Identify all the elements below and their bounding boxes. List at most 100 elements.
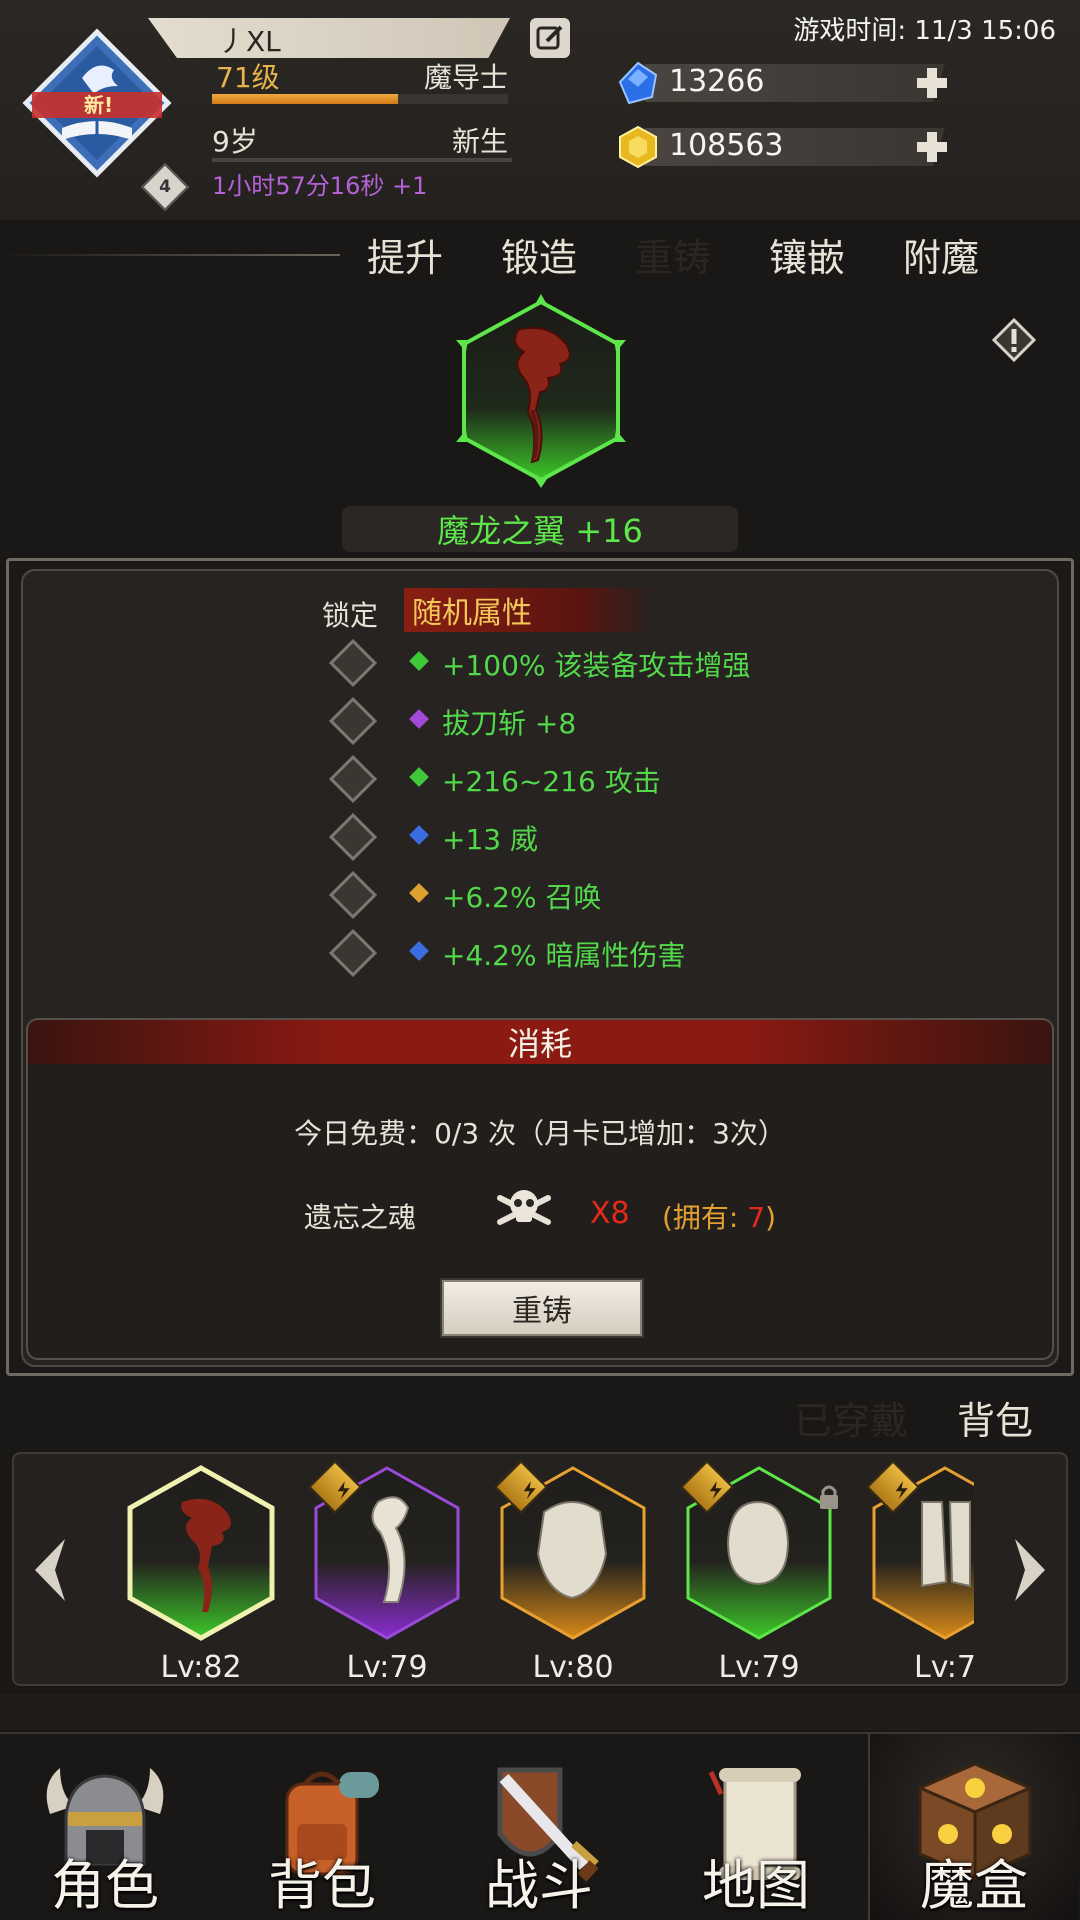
attribute-text: +4.2% 暗属性伤害	[442, 939, 686, 972]
attribute-gem-icon	[409, 651, 429, 671]
growth-timer: 1小时57分16秒 +1	[212, 172, 428, 200]
forge-tabs: 提升 锻造 重铸 镶嵌 附魔	[340, 224, 1010, 284]
nav-map-label: 地图	[702, 1854, 810, 1917]
equip-source-tabs: 已穿戴 背包	[782, 1388, 1070, 1446]
tab-upgrade[interactable]: 提升	[336, 224, 474, 284]
attribute-gem-icon	[409, 825, 429, 845]
tab-backpack[interactable]: 背包	[920, 1388, 1070, 1446]
material-name: 遗忘之魂	[304, 1201, 417, 1234]
random-attributes-label: 随机属性	[412, 596, 532, 631]
add-gems-plus-icon[interactable]	[913, 64, 951, 102]
attribute-row: +13 威	[328, 812, 894, 864]
player-age: 9岁	[212, 125, 258, 158]
gold-ingot-icon	[619, 125, 657, 169]
equipment-slot[interactable]: Lv:7	[858, 1458, 974, 1684]
item-name-bar: 魔龙之翼 +16	[342, 506, 738, 552]
attribute-row: +100% 该装备攻击增强	[328, 638, 894, 690]
gem-count: 13266	[669, 64, 765, 99]
equipment-level: Lv:79	[718, 1650, 800, 1685]
locked-padlock-icon	[810, 1480, 838, 1509]
player-level: 71级	[216, 61, 280, 94]
attribute-text: +100% 该装备攻击增强	[442, 649, 751, 682]
tab-forge[interactable]: 锻造	[470, 224, 608, 284]
info-warning-icon[interactable]	[992, 318, 1036, 362]
nav-character[interactable]: 角色	[0, 1734, 210, 1920]
tab-equipped[interactable]: 已穿戴	[776, 1388, 926, 1446]
equipment-strip: Lv:82 Lv:79 Lv:80 Lv:79 Lv:7	[12, 1452, 1068, 1686]
player-name: 丿XL	[218, 25, 281, 58]
equipment-slots: Lv:82 Lv:79 Lv:80 Lv:79 Lv:7	[114, 1454, 974, 1684]
owned-value: 7	[747, 1201, 766, 1234]
random-attributes-header: 随机属性	[404, 588, 654, 632]
sub-divider	[212, 158, 512, 162]
attribute-gem-icon	[409, 709, 429, 729]
equipment-item-icon	[127, 1465, 275, 1641]
tab-enchant[interactable]: 附魔	[872, 224, 1010, 284]
xp-bar-fill	[212, 94, 399, 104]
strip-spacer	[0, 1694, 1080, 1730]
gold-count: 108563	[669, 128, 784, 163]
tab-inlay[interactable]: 镶嵌	[738, 224, 876, 284]
nav-battle[interactable]: 战斗	[434, 1734, 644, 1920]
equipment-level: Lv:82	[160, 1650, 242, 1685]
equipment-level: Lv:80	[532, 1650, 614, 1685]
nav-battle-label: 战斗	[485, 1854, 593, 1917]
dragon-book-emblem-icon: 新!	[22, 28, 172, 178]
nav-map[interactable]: 地图	[651, 1734, 861, 1920]
equipment-slot[interactable]: Lv:79	[672, 1458, 846, 1684]
free-attempts-text: 今日免费：0/3 次（月卡已增加：3次）	[294, 1117, 786, 1150]
scroll-right-arrow-icon[interactable]	[1000, 1530, 1060, 1610]
xp-bar	[212, 94, 508, 104]
equipment-level: Lv:7	[913, 1650, 974, 1685]
nav-character-label: 角色	[51, 1854, 159, 1917]
player-class: 魔导士	[423, 61, 508, 94]
lock-checkbox[interactable]	[328, 928, 378, 978]
attribute-text: +13 威	[442, 823, 538, 856]
svg-text:新!: 新!	[84, 93, 113, 117]
player-status: 新生	[451, 125, 508, 158]
equipment-slot[interactable]: Lv:80	[486, 1458, 660, 1684]
equipment-slot[interactable]: Lv:79	[300, 1458, 474, 1684]
player-emblem[interactable]: 新! 4	[22, 28, 190, 212]
tab-divider-line	[0, 254, 340, 256]
top-header: 新! 4 丿XL 71级 魔导士 9岁 新生 1小时57分16秒 +1 游戏时间…	[0, 0, 1080, 220]
lock-checkbox[interactable]	[328, 638, 378, 688]
blue-gem-icon	[618, 61, 658, 105]
attribute-row: +216~216 攻击	[328, 754, 894, 806]
lock-checkbox[interactable]	[328, 870, 378, 920]
emblem-level-number: 4	[159, 177, 171, 197]
game-time: 游戏时间: 11/3 15:06	[793, 16, 1056, 46]
attribute-text: 拔刀斩 +8	[442, 707, 577, 740]
cost-section: 消耗 今日免费：0/3 次（月卡已增加：3次） 遗忘之魂 X8 (拥有: 7) …	[26, 1018, 1054, 1360]
dragon-wing-item-icon[interactable]	[448, 292, 634, 492]
owned-suffix: )	[765, 1201, 777, 1234]
attribute-gem-icon	[409, 883, 429, 903]
add-gold-plus-icon[interactable]	[913, 128, 951, 166]
equipment-level: Lv:79	[346, 1650, 428, 1685]
gem-resource: 13266	[615, 60, 947, 105]
lock-checkbox[interactable]	[328, 696, 378, 746]
lock-checkbox[interactable]	[328, 812, 378, 862]
item-name: 魔龙之翼 +16	[437, 512, 643, 550]
bottom-nav: 角色 背包 战斗 地图 魔盒	[0, 1732, 1080, 1920]
nav-magic-box[interactable]: 魔盒	[868, 1734, 1078, 1920]
attribute-gem-icon	[409, 767, 429, 787]
attribute-row: +4.2% 暗属性伤害	[328, 928, 894, 980]
recast-button[interactable]: 重铸	[442, 1280, 642, 1336]
nav-magic-box-label: 魔盒	[920, 1854, 1028, 1917]
edit-name-icon[interactable]	[530, 18, 570, 58]
gold-resource: 108563	[615, 124, 947, 169]
nav-backpack[interactable]: 背包	[217, 1734, 427, 1920]
scroll-left-arrow-icon[interactable]	[20, 1530, 80, 1610]
lock-column-label: 锁定	[322, 599, 379, 632]
skull-crossbones-icon	[497, 1190, 551, 1225]
material-required-count: X8	[590, 1196, 630, 1231]
nav-backpack-label: 背包	[268, 1854, 376, 1917]
cost-header: 消耗	[28, 1020, 1052, 1064]
tab-recast[interactable]: 重铸	[604, 224, 742, 284]
equipment-slot[interactable]: Lv:82	[114, 1458, 288, 1684]
lock-checkbox[interactable]	[328, 754, 378, 804]
cost-title: 消耗	[507, 1025, 572, 1063]
attribute-row: +6.2% 召唤	[328, 870, 894, 922]
attribute-row: 拔刀斩 +8	[328, 696, 894, 748]
